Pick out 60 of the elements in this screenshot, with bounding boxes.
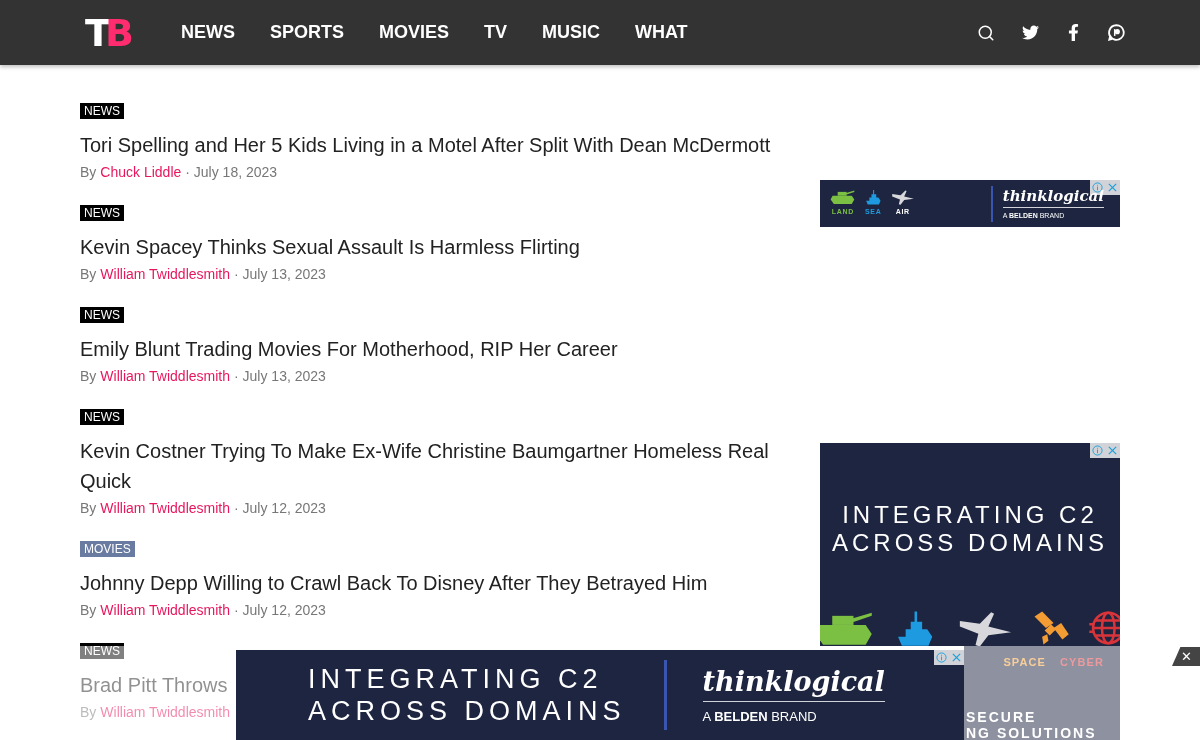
nav-link[interactable]: MOVIES: [377, 19, 450, 46]
facebook-icon[interactable]: [1066, 24, 1081, 41]
ad-close-icon[interactable]: [1105, 180, 1120, 195]
article-date: · July 12, 2023: [234, 499, 326, 518]
ship-icon: [863, 189, 883, 206]
ad-headline: ACROSS DOMAINS: [308, 695, 626, 727]
author-link[interactable]: William Twiddlesmith: [100, 264, 230, 284]
display-ad[interactable]: INTEGRATING C2 ACROSS DOMAINS: [820, 443, 1120, 646]
nav-link[interactable]: SPORTS: [268, 19, 345, 46]
category-tag[interactable]: NEWS: [80, 205, 124, 221]
bird-icon[interactable]: [1022, 24, 1039, 41]
nav-link[interactable]: MUSIC: [540, 19, 601, 46]
article-title[interactable]: Kevin Spacey Thinks Sexual Assault Is Harmless Flirting: [80, 232, 780, 262]
leaderboard-ad[interactable]: INTEGRATING C2 ACROSS DOMAINS thinklogical A BELDEN BRAND: [236, 650, 964, 740]
article-title[interactable]: Emily Blunt Trading Movies For Motherhood, RIP Her Career: [80, 334, 780, 364]
article-date: · July 13, 2023: [234, 265, 326, 284]
nav-link[interactable]: NEWS: [179, 19, 236, 46]
byline-prefix: By: [80, 601, 97, 620]
ad-headline: INTEGRATING C2: [842, 501, 1098, 529]
nav-link[interactable]: WHAT: [633, 19, 689, 46]
article-date: · July 13, 2023: [234, 367, 326, 386]
jet-icon: [890, 189, 915, 206]
search-icon[interactable]: [977, 23, 995, 42]
nav-link[interactable]: TV: [482, 19, 508, 46]
ad-footer-text: SECURE: [966, 708, 1037, 725]
category-tag[interactable]: NEWS: [80, 103, 124, 119]
article-title[interactable]: Tori Spelling and Her 5 Kids Living in a Motel After Split With Dean McDermott: [80, 130, 780, 160]
domain-label: SPACE: [1003, 655, 1046, 670]
article-title[interactable]: Johnny Depp Willing to Crawl Back To Disney After They Betrayed Him: [80, 568, 780, 598]
globe-icon: [1087, 609, 1120, 646]
ad-close-icon[interactable]: [949, 650, 964, 665]
ad-footer-text: NG SOLUTIONS: [966, 724, 1097, 740]
byline-prefix: By: [80, 163, 97, 182]
ad-headline: ACROSS DOMAINS: [832, 529, 1108, 557]
author-link[interactable]: William Twiddlesmith: [100, 600, 230, 620]
author-link[interactable]: William Twiddlesmith: [100, 366, 230, 386]
category-tag[interactable]: NEWS: [80, 643, 124, 659]
category-tag[interactable]: NEWS: [80, 409, 124, 425]
speech-bubble-icon[interactable]: [1108, 24, 1125, 41]
ad-info-icon[interactable]: [1090, 443, 1105, 458]
byline-prefix: By: [80, 703, 97, 722]
brand-logo-text: thinklogical: [702, 667, 885, 702]
domain-label: CYBER: [1060, 655, 1104, 670]
brand-tagline: A BELDEN BRAND: [702, 709, 818, 723]
category-tag[interactable]: NEWS: [80, 307, 124, 323]
tank-icon: [830, 189, 856, 206]
ad-info-icon[interactable]: [934, 650, 949, 665]
category-tag[interactable]: MOVIES: [80, 541, 135, 557]
byline-prefix: By: [80, 367, 97, 386]
byline-prefix: By: [80, 265, 97, 284]
article-title[interactable]: Kevin Costner Trying To Make Ex-Wife Christine Baumgartner Homeless Real Quick: [80, 436, 780, 496]
site-logo[interactable]: TB: [85, 13, 128, 52]
article-date: · July 12, 2023: [234, 601, 326, 620]
author-link[interactable]: Chuck Liddle: [100, 162, 182, 182]
ad-headline: INTEGRATING C2: [308, 663, 604, 695]
ad-close-icon[interactable]: [1105, 443, 1120, 458]
article-date: · July 18, 2023: [185, 163, 278, 182]
author-link[interactable]: William Twiddlesmith: [100, 498, 230, 518]
byline-prefix: By: [80, 499, 97, 518]
close-button[interactable]: ✕: [1172, 647, 1200, 666]
